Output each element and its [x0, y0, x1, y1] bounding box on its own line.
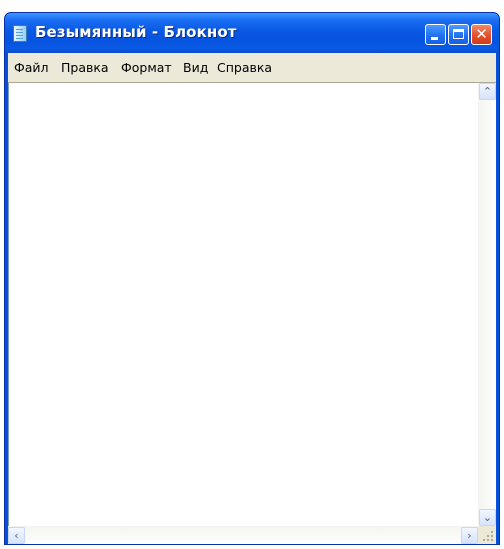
- chevron-left-icon: ‹: [14, 529, 19, 542]
- close-button[interactable]: ✕: [471, 24, 492, 45]
- scroll-right-button[interactable]: ›: [461, 527, 478, 544]
- chevron-up-icon: ⌃: [482, 85, 493, 98]
- resize-grip[interactable]: [478, 526, 496, 544]
- menu-format[interactable]: Формат: [121, 60, 172, 75]
- text-editor[interactable]: [8, 83, 478, 526]
- menu-file[interactable]: Файл: [14, 60, 49, 75]
- maximize-button[interactable]: [448, 24, 469, 45]
- minimize-icon: [431, 37, 438, 40]
- scroll-left-button[interactable]: ‹: [8, 527, 25, 544]
- chevron-right-icon: ›: [467, 529, 472, 542]
- notepad-window: Безымянный - Блокнот ✕ Файл Правка Форма…: [4, 12, 500, 545]
- scroll-down-button[interactable]: ⌄: [479, 509, 496, 526]
- menu-edit[interactable]: Правка: [61, 60, 109, 75]
- menu-view[interactable]: Вид: [183, 60, 208, 75]
- vertical-scrollbar[interactable]: ⌃ ⌄: [478, 83, 496, 526]
- menu-help[interactable]: Справка: [217, 60, 272, 75]
- title-bar[interactable]: Безымянный - Блокнот ✕: [5, 13, 499, 53]
- minimize-button[interactable]: [425, 24, 446, 45]
- close-icon: ✕: [475, 25, 488, 43]
- window-title: Безымянный - Блокнот: [35, 23, 237, 41]
- maximize-icon: [453, 29, 464, 39]
- chevron-down-icon: ⌄: [482, 511, 493, 524]
- horizontal-scrollbar[interactable]: ‹ ›: [8, 526, 478, 544]
- client-area: Файл Правка Формат Вид Справка ⌃ ⌄ ‹ ›: [8, 53, 496, 544]
- menu-bar: Файл Правка Формат Вид Справка: [8, 53, 496, 83]
- notepad-icon[interactable]: [13, 25, 27, 42]
- scroll-up-button[interactable]: ⌃: [479, 83, 496, 100]
